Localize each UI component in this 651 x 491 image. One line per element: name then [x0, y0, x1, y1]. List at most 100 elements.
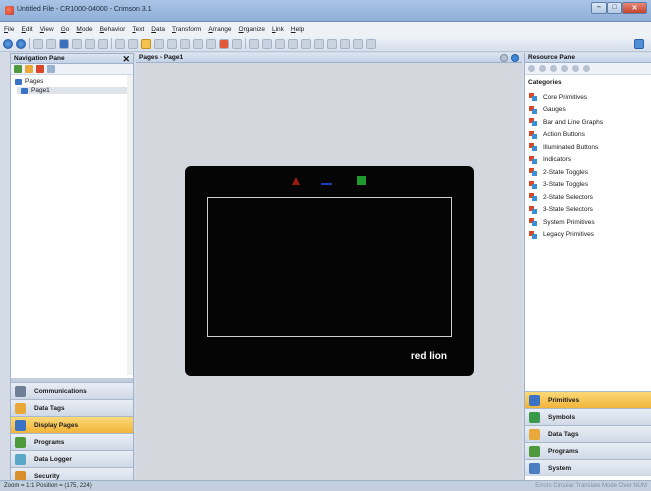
back-icon[interactable] [3, 38, 13, 49]
data-logger-icon [15, 453, 26, 465]
category-item[interactable]: Gauges [529, 104, 603, 117]
resource-button-system[interactable]: System [525, 459, 651, 476]
group-icon[interactable] [301, 38, 311, 49]
menu-link[interactable]: Link [272, 26, 284, 33]
ellipse-tool-icon[interactable] [167, 38, 177, 49]
delete-icon[interactable] [36, 65, 44, 73]
redo-icon[interactable] [128, 38, 138, 49]
category-item[interactable]: Indicators [529, 154, 603, 167]
resource-button-data-tags[interactable]: Data Tags [525, 425, 651, 442]
navigate-icon[interactable] [511, 54, 519, 62]
paste-icon[interactable] [98, 38, 108, 49]
download-icon[interactable] [366, 38, 376, 49]
resource-button-programs[interactable]: Programs [525, 442, 651, 459]
category-item[interactable]: System Primitives [529, 216, 603, 229]
navigation-toolbar [11, 64, 133, 75]
primitive-icon [529, 168, 537, 177]
refresh-icon[interactable] [561, 65, 568, 72]
align-left-icon[interactable] [249, 38, 259, 49]
align-center-icon[interactable] [262, 38, 272, 49]
pen-tool-icon[interactable] [193, 38, 203, 49]
text-tool-icon[interactable] [206, 38, 216, 49]
save-icon[interactable] [59, 38, 69, 49]
tree-label-page1: Page1 [31, 87, 50, 94]
category-item[interactable]: Legacy Primitives [529, 229, 603, 242]
category-label: Illuminated Buttons [543, 143, 599, 151]
status-text: Zoom = 1:1 Position = (175, 224) [4, 483, 92, 489]
undo-icon[interactable] [115, 38, 125, 49]
align-top-icon[interactable] [288, 38, 298, 49]
menu-help[interactable]: Help [291, 26, 304, 33]
resource-button-symbols[interactable]: Symbols [525, 408, 651, 425]
menu-mode[interactable]: Mode [76, 26, 92, 33]
navigation-scrollbar[interactable] [127, 75, 133, 375]
menu-go[interactable]: Go [61, 26, 70, 33]
category-item[interactable]: 3-State Toggles [529, 179, 603, 192]
nav-button-communications[interactable]: Communications [11, 382, 133, 399]
programs-icon [529, 445, 540, 457]
grid-icon[interactable] [219, 38, 229, 49]
color-picker-icon[interactable] [232, 38, 242, 49]
primitive-icon [529, 118, 537, 127]
category-item[interactable]: 2-State Selectors [529, 191, 603, 204]
blue-led-icon [321, 183, 332, 185]
communications-icon [15, 385, 26, 397]
menu-file[interactable]: File [4, 26, 15, 33]
new-folder-icon[interactable] [25, 65, 33, 73]
menu-data[interactable]: Data [151, 26, 165, 33]
tree-item-pages[interactable]: Pages [15, 78, 43, 85]
help-icon[interactable] [634, 39, 644, 49]
maximize-button[interactable]: □ [607, 2, 622, 14]
display-screen-area[interactable] [207, 197, 452, 337]
primitive-icon [529, 155, 537, 164]
category-item[interactable]: Core Primitives [529, 91, 603, 104]
category-item[interactable]: Bar and Line Graphs [529, 116, 603, 129]
menu-arrange[interactable]: Arrange [208, 26, 231, 33]
select-pointer-icon[interactable] [141, 38, 151, 49]
zoom-out-icon[interactable] [340, 38, 350, 49]
menu-text[interactable]: Text [132, 26, 144, 33]
minimize-button[interactable]: – [591, 2, 607, 14]
cut-icon[interactable] [72, 38, 82, 49]
nav-button-data-logger[interactable]: Data Logger [11, 450, 133, 467]
ungroup-icon[interactable] [314, 38, 324, 49]
new-file-icon[interactable] [33, 38, 43, 49]
menu-organize[interactable]: Organize [239, 26, 265, 33]
menu-view[interactable]: View [40, 26, 54, 33]
nav-label-data-tags: Data Tags [34, 404, 65, 412]
category-item[interactable]: 2-State Toggles [529, 166, 603, 179]
rectangle-tool-icon[interactable] [154, 38, 164, 49]
search-icon[interactable] [47, 65, 55, 73]
category-item[interactable]: Action Buttons [529, 129, 603, 142]
back-icon[interactable] [528, 65, 535, 72]
forward-icon[interactable] [16, 38, 26, 49]
open-folder-icon[interactable] [46, 38, 56, 49]
data-tags-icon [529, 428, 540, 440]
nav-button-display-pages[interactable]: Display Pages [11, 416, 133, 433]
category-label: Indicators [543, 156, 572, 164]
line-tool-icon[interactable] [180, 38, 190, 49]
forward-icon[interactable] [539, 65, 546, 72]
copy-icon[interactable] [85, 38, 95, 49]
sort-icon[interactable] [572, 65, 579, 72]
menu-behavior[interactable]: Behavior [100, 26, 126, 33]
preview-icon[interactable] [353, 38, 363, 49]
align-right-icon[interactable] [275, 38, 285, 49]
menu-edit[interactable]: Edit [22, 26, 33, 33]
close-button[interactable]: ✕ [622, 2, 647, 14]
tree-item-page1[interactable]: Page1 [17, 87, 131, 94]
status-bar: Zoom = 1:1 Position = (175, 224) Errors … [0, 480, 651, 491]
resource-pane-title: Resource Pane [528, 54, 575, 61]
up-icon[interactable] [550, 65, 557, 72]
filter-icon[interactable] [583, 65, 590, 72]
nav-button-data-tags[interactable]: Data Tags [11, 399, 133, 416]
resource-button-primitives[interactable]: Primitives [525, 391, 651, 408]
menu-transform[interactable]: Transform [172, 26, 201, 33]
category-item[interactable]: Illuminated Buttons [529, 141, 603, 154]
new-page-icon[interactable] [14, 65, 22, 73]
category-item[interactable]: 3-State Selectors [529, 204, 603, 217]
info-icon[interactable] [500, 54, 508, 62]
zoom-in-icon[interactable] [327, 38, 337, 49]
primitive-icon [529, 218, 537, 227]
nav-button-programs[interactable]: Programs [11, 433, 133, 450]
